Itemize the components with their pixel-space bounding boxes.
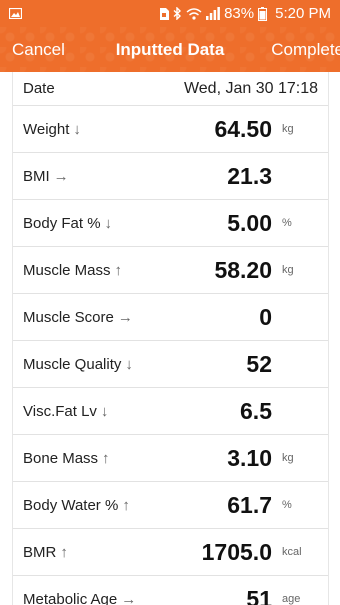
measurement-label-text: BMR xyxy=(23,543,57,561)
measurement-unit: kg xyxy=(282,452,294,464)
measurement-unit: kg xyxy=(282,264,294,276)
trend-arrow-icon: ↓ xyxy=(104,214,113,232)
measurement-label: Muscle Mass ↑ xyxy=(23,262,122,279)
trend-arrow-icon: ↓ xyxy=(125,355,133,373)
measurement-label: Muscle Quality ↓ xyxy=(23,356,133,373)
measurement-value: 3.10 xyxy=(227,444,272,471)
trend-arrow-icon: → xyxy=(53,167,69,185)
measurement-label: Body Water % ↑ xyxy=(23,497,130,514)
measurement-label-text: Body Fat % xyxy=(23,214,101,232)
data-list: Date Wed, Jan 30 17:18 Weight ↓ 64.50 kg BMI… xyxy=(12,72,329,605)
measurement-row[interactable]: Muscle Mass ↑ 58.20 kg xyxy=(13,247,328,294)
measurement-row[interactable]: Muscle Quality ↓ 52 xyxy=(13,341,328,388)
measurement-value: 58.20 xyxy=(214,256,272,283)
trend-arrow-icon: ↑ xyxy=(102,449,110,467)
measurement-label: BMR ↑ xyxy=(23,544,68,561)
measurement-value: 0 xyxy=(259,303,272,330)
measurement-value: 51 xyxy=(246,585,272,605)
battery-icon xyxy=(258,6,268,21)
measurement-row[interactable]: Body Fat % ↓ 5.00% xyxy=(13,200,328,247)
status-bar: 83% 5:20 PM xyxy=(0,0,340,27)
measurement-label-text: Body Water % xyxy=(23,496,119,514)
measurement-row[interactable]: Weight ↓ 64.50 kg xyxy=(13,106,328,153)
measurement-unit: % xyxy=(282,499,292,511)
measurement-label: BMI → xyxy=(23,168,69,185)
measurement-row[interactable]: Metabolic Age → 51 age xyxy=(13,576,328,605)
measurement-label-text: BMI xyxy=(23,167,50,185)
trend-arrow-icon: ↑ xyxy=(114,261,123,279)
measurement-value: 61.7 xyxy=(227,491,272,518)
measurement-value: 1705.0 xyxy=(201,538,272,565)
bluetooth-icon xyxy=(173,7,182,20)
measurement-row[interactable]: Bone Mass ↑ 3.10 kg xyxy=(13,435,328,482)
wifi-4g-icon xyxy=(186,7,202,20)
trend-arrow-icon: → xyxy=(117,308,133,326)
measurement-unit: age xyxy=(282,593,301,605)
measurement-label: Bone Mass ↑ xyxy=(23,450,110,467)
measurement-label-text: Metabolic Age xyxy=(23,590,118,605)
measurement-value: 64.50 xyxy=(214,115,272,142)
measurement-unit: kcal xyxy=(282,546,302,558)
measurement-value: 21.3 xyxy=(227,162,272,189)
measurement-row[interactable]: Muscle Score → 0 xyxy=(13,294,328,341)
measurement-row[interactable]: BMI → 21.3 xyxy=(13,153,328,200)
trend-arrow-icon: ↑ xyxy=(60,543,68,561)
clock: 5:20 PM xyxy=(275,5,331,22)
complete-button[interactable]: Complete xyxy=(271,40,340,60)
measurement-label-text: Muscle Score xyxy=(23,308,114,326)
measurement-row[interactable]: Body Water % ↑ 61.7% xyxy=(13,482,328,529)
trend-arrow-icon: → xyxy=(121,590,137,605)
measurement-value: 6.5 xyxy=(240,397,272,424)
sim-icon xyxy=(159,7,170,20)
measurement-label: Metabolic Age → xyxy=(23,591,136,605)
date-label: Date xyxy=(23,80,55,97)
measurement-label: Weight ↓ xyxy=(23,121,81,138)
date-value: Wed, Jan 30 17:18 xyxy=(183,79,318,97)
trend-arrow-icon: ↓ xyxy=(100,402,109,420)
trend-arrow-icon: ↓ xyxy=(73,120,81,138)
battery-percent: 83% xyxy=(224,5,255,22)
measurement-unit: % xyxy=(282,217,292,229)
measurement-label: Muscle Score → xyxy=(23,309,133,326)
measurement-label-text: Bone Mass xyxy=(23,449,99,467)
measurement-label-text: Weight xyxy=(23,120,70,138)
image-icon xyxy=(9,8,22,19)
cancel-button[interactable]: Cancel xyxy=(12,40,65,60)
measurement-label: Body Fat % ↓ xyxy=(23,215,112,232)
date-row[interactable]: Date Wed, Jan 30 17:18 xyxy=(13,72,328,106)
measurement-row[interactable]: Visc.Fat Lv ↓ 6.5 xyxy=(13,388,328,435)
measurement-label-text: Muscle Quality xyxy=(23,355,122,373)
measurement-value: 52 xyxy=(246,350,272,377)
measurement-row[interactable]: BMR ↑ 1705.0 kcal xyxy=(13,529,328,576)
trend-arrow-icon: ↑ xyxy=(122,496,130,514)
measurement-value: 5.00 xyxy=(227,209,272,236)
measurement-label-text: Visc.Fat Lv xyxy=(23,402,97,420)
measurement-label-text: Muscle Mass xyxy=(23,261,111,279)
measurement-unit: kg xyxy=(282,123,294,135)
nav-bar: Cancel Inputted Data Complete xyxy=(0,27,340,72)
signal-icon xyxy=(206,7,220,20)
measurement-label: Visc.Fat Lv ↓ xyxy=(23,403,108,420)
